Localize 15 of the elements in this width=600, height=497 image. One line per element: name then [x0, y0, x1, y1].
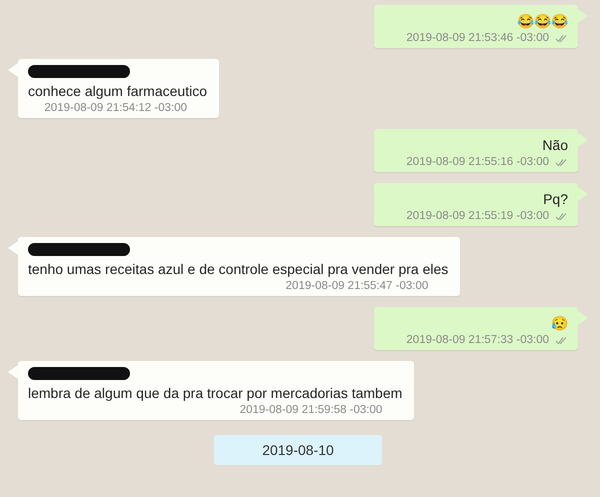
message-text: conhece algum farmaceutico	[28, 82, 207, 101]
message-text: tenho umas receitas azul e de controle especial pra vender pra eles	[28, 260, 448, 279]
message-text: 😥	[551, 314, 568, 333]
message-time: 2019-08-09 21:53:46 -03:00	[406, 32, 549, 44]
message-text: 😂😂😂	[517, 12, 568, 31]
message-text: lembra de algum que da pra trocar por mercadorias tambem	[28, 384, 402, 403]
message-text: Não	[542, 136, 568, 155]
message-time: 2019-08-09 21:55:47 -03:00	[286, 280, 428, 292]
message-text: Pq?	[543, 190, 568, 209]
message-time: 2019-08-09 21:57:33 -03:00	[406, 334, 549, 346]
message-time: 2019-08-09 21:59:58 -03:00	[240, 404, 382, 416]
message-time: 2019-08-09 21:54:12 -03:00	[44, 102, 187, 114]
date-chip: 2019-08-10	[214, 435, 382, 465]
message-time: 2019-08-09 21:55:16 -03:00	[406, 156, 549, 168]
message-time: 2019-08-09 21:55:19 -03:00	[406, 210, 549, 222]
